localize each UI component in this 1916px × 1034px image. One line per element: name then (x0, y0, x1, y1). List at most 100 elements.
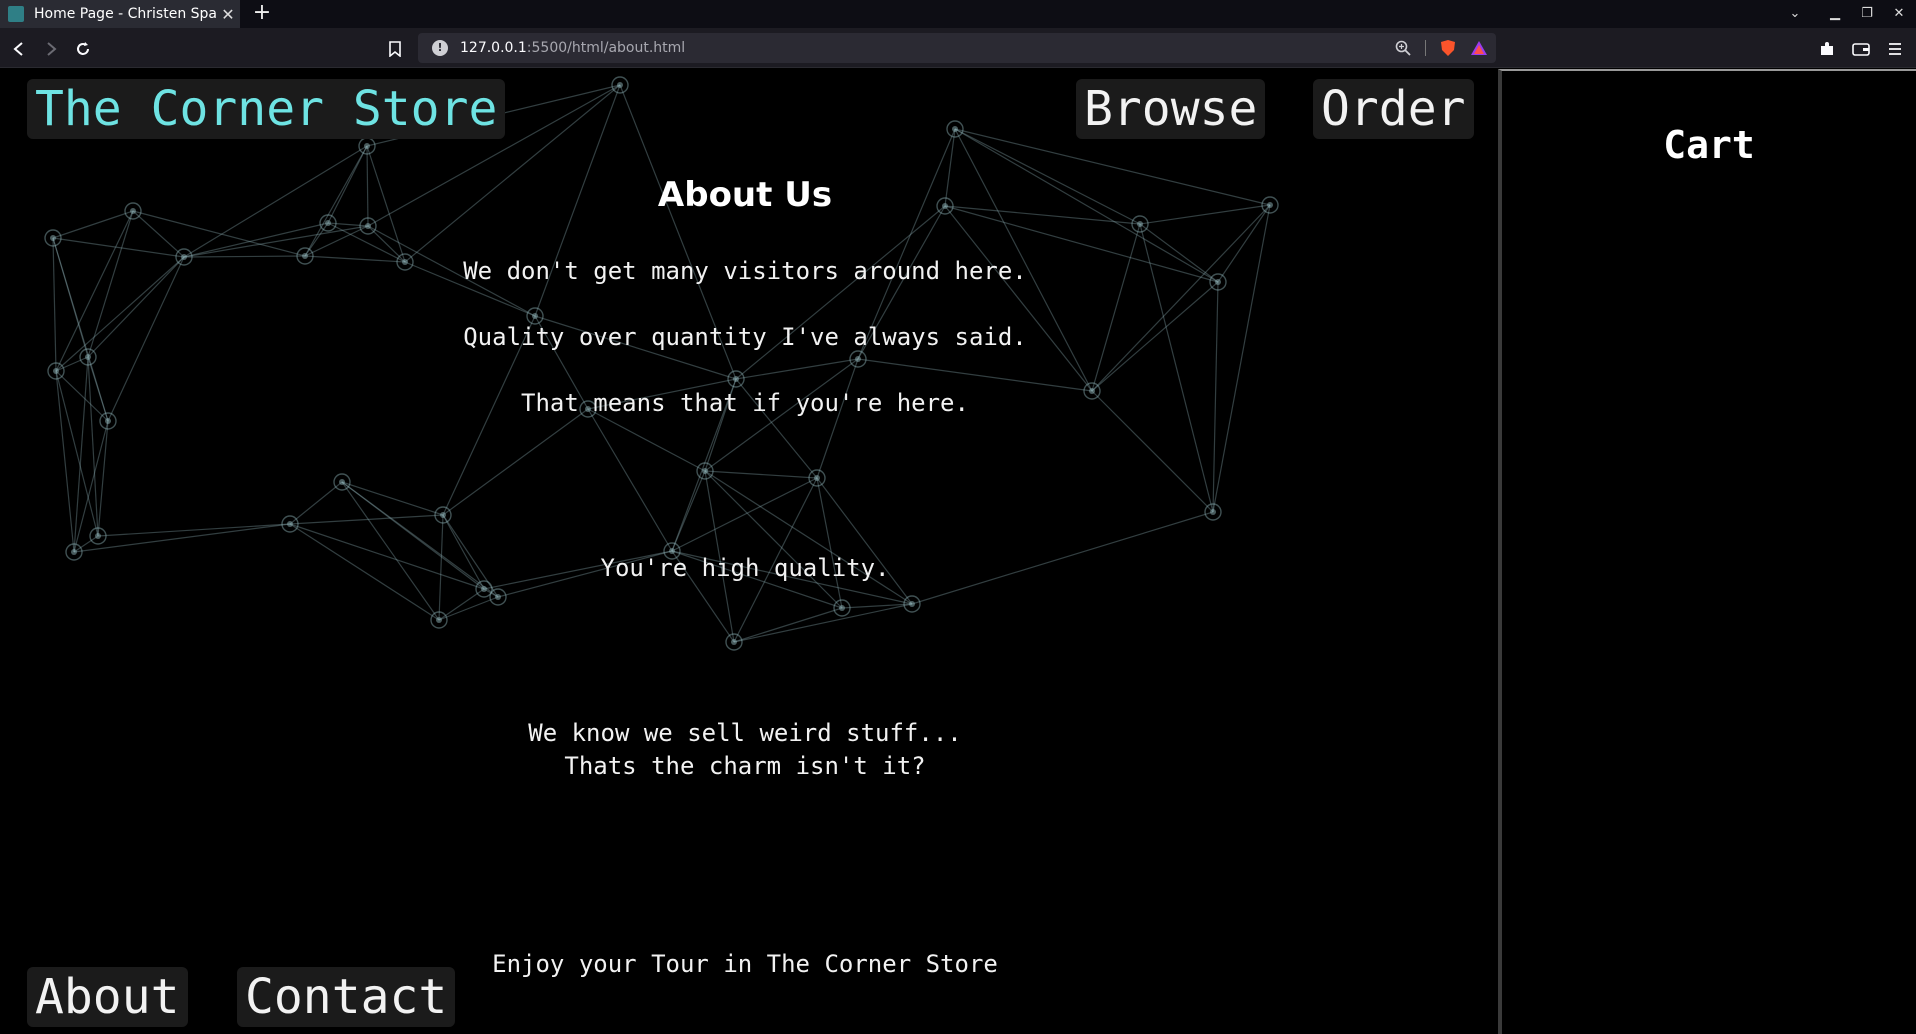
address-bar[interactable]: ! 127.0.0.1:5500/html/about.html (418, 33, 1496, 63)
bookmark-icon[interactable] (382, 36, 408, 62)
restore-icon[interactable]: ❐ (1852, 0, 1882, 28)
wallet-icon[interactable] (1848, 36, 1874, 62)
extensions-icon[interactable] (1814, 36, 1840, 62)
network-edge (341, 481, 444, 516)
about-line: We don't get many visitors around here. (463, 257, 1027, 285)
network-edge (341, 481, 440, 621)
network-edge (304, 255, 406, 263)
browser-tab-bar: Home Page - Christen Spadavecchia ✕ + ⌄ … (0, 0, 1916, 28)
network-node-core (1215, 279, 1221, 285)
about-line: You're high quality. (600, 554, 890, 582)
network-node-core (481, 586, 487, 592)
menu-icon[interactable] (1882, 36, 1908, 62)
network-node-core (436, 617, 442, 623)
window-close-icon[interactable]: ✕ (1884, 0, 1914, 28)
network-edge (183, 225, 369, 258)
network-edge (52, 210, 134, 239)
network-node-core (1137, 221, 1143, 227)
network-edge (1212, 281, 1219, 513)
network-edge (704, 470, 818, 479)
network-node-core (105, 418, 111, 424)
network-edge (733, 603, 913, 643)
tab-close-icon[interactable]: ✕ (216, 5, 240, 24)
network-node-core (365, 223, 371, 229)
network-edge (816, 477, 913, 605)
new-tab-icon[interactable]: + (250, 0, 274, 28)
network-node-core (532, 313, 538, 319)
network-edge (442, 408, 589, 516)
about-heading: About Us (657, 175, 833, 215)
nav-about-link[interactable]: About (27, 967, 188, 1027)
network-edge (1217, 204, 1271, 283)
network-node-core (287, 521, 293, 527)
network-edge (704, 470, 843, 609)
about-line: We know we sell weird stuff... (528, 719, 962, 747)
page-viewport: The Corner Store Browse Order About Cont… (0, 69, 1496, 1034)
network-node-core (53, 368, 59, 374)
tab-list-chevron-icon[interactable]: ⌄ (1780, 0, 1810, 28)
network-edge (97, 523, 291, 537)
forward-icon[interactable] (38, 36, 64, 62)
network-edge (1139, 204, 1271, 225)
reload-icon[interactable] (70, 36, 96, 62)
brand-home-link[interactable]: The Corner Store (27, 79, 506, 139)
about-line: Thats the charm isn't it? (564, 752, 926, 780)
nav-browse-link[interactable]: Browse (1076, 79, 1266, 139)
network-edge (587, 408, 673, 552)
network-node-core (702, 468, 708, 474)
brave-shield-icon[interactable] (1440, 39, 1456, 57)
network-node-core (364, 143, 370, 149)
network-node-core (855, 356, 861, 362)
browser-tab[interactable]: Home Page - Christen Spadavecchia ✕ (0, 0, 240, 28)
network-node-core (440, 512, 446, 518)
network-edge (944, 205, 1093, 392)
network-node-core (71, 549, 77, 555)
network-node-core (339, 479, 345, 485)
network-edge (1212, 204, 1271, 513)
url-host: 127.0.0.1 (460, 40, 527, 56)
network-edge (816, 477, 843, 609)
about-line: Quality over quantity I've always said. (463, 323, 1027, 351)
network-edge (87, 256, 185, 358)
minimize-icon[interactable]: ▁ (1820, 0, 1850, 28)
network-node-core (325, 220, 331, 226)
nav-order-link[interactable]: Order (1313, 79, 1474, 139)
network-node-core (85, 354, 91, 360)
brave-rewards-icon[interactable] (1470, 40, 1488, 56)
network-edge (438, 596, 499, 621)
network-node-core (50, 235, 56, 241)
back-icon[interactable] (6, 36, 32, 62)
network-node-core (909, 601, 915, 607)
zoom-icon[interactable] (1395, 40, 1411, 56)
network-node-core (1267, 202, 1273, 208)
site-info-icon[interactable]: ! (432, 40, 448, 56)
network-edge (735, 358, 859, 380)
network-node-core (814, 475, 820, 481)
tab-title: Home Page - Christen Spadavecchia (34, 6, 216, 22)
network-edge (183, 255, 306, 258)
network-node-core (181, 254, 187, 260)
network-edge (1139, 223, 1214, 513)
network-node-core (302, 253, 308, 259)
network-node-core (130, 208, 136, 214)
network-edge (289, 481, 343, 525)
network-edge (304, 225, 369, 257)
network-node-core (495, 594, 501, 600)
network-edge (1091, 281, 1219, 392)
url-path: :5500/html/about.html (526, 40, 686, 56)
network-edge (183, 222, 329, 258)
network-edge (55, 370, 75, 553)
network-node-core (839, 605, 845, 611)
tour-message: Enjoy your Tour in The Corner Store (492, 950, 998, 978)
network-edge (87, 210, 134, 358)
network-edge (671, 477, 818, 552)
network-node-core (95, 533, 101, 539)
browser-navigation-bar: ! 127.0.0.1:5500/html/about.html (0, 28, 1916, 68)
network-edge (304, 145, 368, 257)
network-edge (1091, 390, 1214, 513)
network-edge (327, 222, 406, 263)
network-node-core (952, 126, 958, 132)
network-node-core (617, 82, 623, 88)
network-edge (733, 607, 843, 643)
site-favicon-icon (8, 6, 24, 22)
